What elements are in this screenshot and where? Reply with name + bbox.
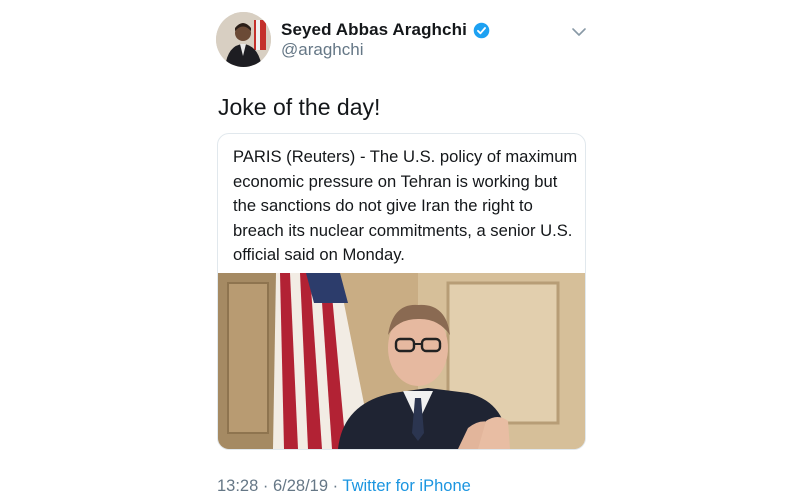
- link-card[interactable]: PARIS (Reuters) - The U.S. policy of max…: [217, 133, 586, 450]
- tweet-date[interactable]: 6/28/19: [273, 477, 328, 495]
- author-handle[interactable]: @araghchi: [281, 40, 363, 60]
- tweet-text: Joke of the day!: [218, 94, 381, 120]
- author-name-row[interactable]: Seyed Abbas Araghchi: [281, 20, 490, 40]
- meta-separator: ·: [258, 477, 273, 495]
- verified-badge-icon: [473, 22, 490, 38]
- author-name[interactable]: Seyed Abbas Araghchi: [281, 20, 467, 40]
- meta-separator: ·: [328, 477, 343, 495]
- avatar[interactable]: [216, 12, 271, 67]
- card-text: PARIS (Reuters) - The U.S. policy of max…: [233, 147, 578, 264]
- card-photo[interactable]: [218, 273, 585, 449]
- tweet-meta: 13:28 · 6/28/19 · Twitter for iPhone: [217, 477, 471, 496]
- chevron-down-icon[interactable]: [571, 26, 587, 38]
- tweet-time: 13:28: [217, 477, 259, 495]
- tweet-source-link[interactable]: Twitter for iPhone: [342, 477, 470, 495]
